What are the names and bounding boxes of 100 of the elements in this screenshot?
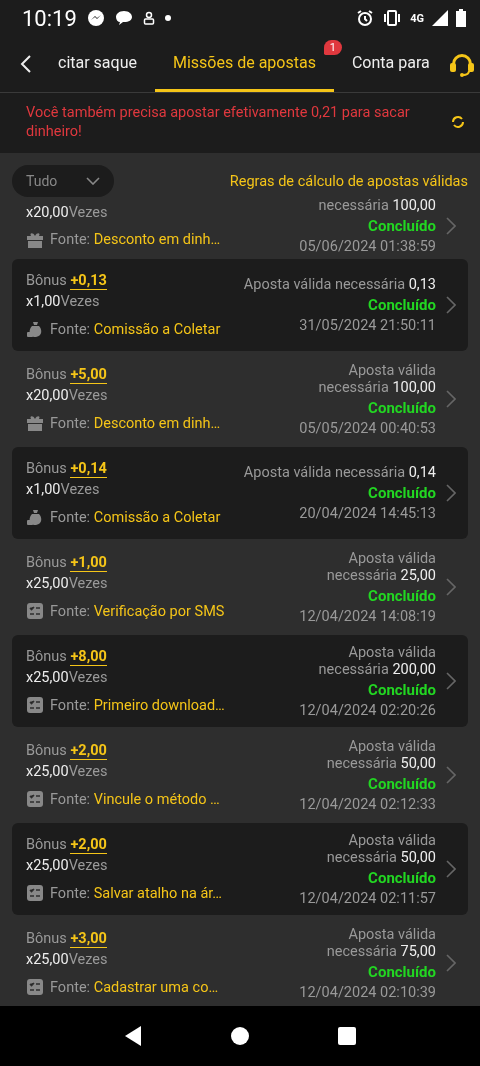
status-text: Concluído — [368, 586, 436, 605]
mission-item[interactable]: Bônus +2,00 x25,00Vezes Fonte: Vincule o método … Aposta válida necessária 50,00 Concluído 12/04/2024 02:12:33 — [12, 729, 468, 821]
filter-dropdown[interactable]: Tudo — [12, 165, 114, 197]
source-text: Fonte: Primeiro download… — [50, 696, 225, 714]
gift-icon — [26, 230, 44, 249]
mission-item[interactable]: Bônus +1,00 x25,00Vezes Fonte: Verificação por SMS Aposta válida necessária 25,00 Concluído 12/04/2024 14:08:19 — [12, 541, 468, 633]
checklist-icon — [26, 696, 44, 714]
bonus-text: Bônus +0,13 — [26, 272, 108, 289]
chevron-right-icon — [446, 390, 456, 408]
source-text: Fonte: Cadastrar uma co… — [50, 978, 219, 996]
multiplier-text: x1,00Vezes — [26, 293, 101, 310]
network-type: 4G — [410, 11, 424, 25]
checklist-icon — [26, 602, 44, 620]
checklist-icon — [26, 790, 44, 808]
required-bet-text: Aposta válida necessária 50,00 — [325, 737, 436, 772]
multiplier-text: x20,00Vezes — [26, 203, 109, 221]
status-text: Concluído — [368, 680, 436, 699]
source-text: Fonte: Vincule o método … — [50, 790, 220, 808]
required-bet-text: Aposta válida necessária 0,14 — [243, 464, 436, 481]
required-bet-text: Aposta válida necessária 200,00 — [317, 643, 436, 678]
chat-bubble-icon — [114, 10, 133, 26]
date-text: 12/04/2024 02:11:57 — [299, 889, 436, 907]
chevron-right-icon — [446, 954, 456, 972]
source-text: Fonte: Comissão a Coletar — [50, 508, 221, 526]
date-text: 12/04/2024 14:08:19 — [299, 607, 436, 625]
date-text: 12/04/2024 02:12:33 — [299, 795, 436, 813]
tab[interactable]: citar saque — [40, 36, 155, 92]
status-text: Concluído — [368, 484, 436, 502]
bonus-text: Bônus +1,00 — [26, 554, 108, 571]
source-text: Fonte: Desconto em dinh… — [50, 414, 221, 432]
bonus-text: Bônus +8,00 — [26, 648, 108, 665]
mission-item[interactable]: Bônus +3,00 x25,00Vezes Fonte: Cadastrar uma co… Aposta válida necessária 75,00 Concluído 12/04/2024 02:10:39 — [12, 917, 468, 1009]
required-bet-text: Aposta válida necessária 50,00 — [325, 831, 436, 866]
multiplier-text: x25,00Vezes — [26, 951, 109, 968]
recents-nav-icon[interactable] — [336, 1026, 357, 1046]
bonus-text: Bônus +5,00 — [26, 366, 108, 383]
status-text: Concluído — [368, 868, 436, 887]
status-time: 10:19 — [22, 5, 77, 31]
source-text: Fonte: Comissão a Coletar — [50, 320, 221, 338]
required-bet-text: necessária 100,00 — [318, 197, 436, 214]
multiplier-text: x25,00Vezes — [26, 763, 109, 780]
multiplier-text: x25,00Vezes — [26, 575, 109, 592]
bonus-text: Bônus +0,14 — [26, 460, 108, 477]
status-text: Concluído — [368, 398, 436, 417]
required-bet-text: Aposta válida necessária 0,13 — [243, 276, 436, 293]
multiplier-text: x25,00Vezes — [26, 857, 109, 874]
chevron-right-icon — [446, 766, 456, 784]
multiplier-text: x25,00Vezes — [26, 669, 109, 686]
mission-item[interactable]: Bônus +0,13 x1,00Vezes Fonte: Comissão a Coletar Aposta válida necessária 0,13 Concluído 31/05/2024 21:50:11 — [12, 259, 468, 351]
back-nav-icon[interactable] — [123, 1025, 144, 1047]
back-icon — [20, 54, 32, 74]
money-bag-icon — [26, 320, 44, 338]
multiplier-text: x20,00Vezes — [26, 387, 109, 404]
required-bet-text: Aposta válida necessária 100,00 — [317, 361, 436, 396]
date-text: 12/04/2024 02:10:39 — [299, 983, 436, 1001]
alarm-icon — [356, 9, 375, 27]
status-text: Concluído — [368, 774, 436, 793]
gift-icon — [26, 414, 44, 432]
checklist-icon — [26, 978, 44, 996]
source-text: Fonte: Desconto em dinh… — [50, 231, 221, 248]
dot-icon — [164, 15, 171, 21]
status-text: Concluído — [368, 217, 436, 235]
mission-item[interactable]: Bônus +8,00 x25,00Vezes Fonte: Primeiro download… Aposta válida necessária 200,00 Concluído 12/04/2024 02:20:26 — [12, 635, 468, 727]
app-notification-icon — [142, 11, 155, 25]
chevron-right-icon — [446, 296, 456, 314]
required-bet-text: Aposta válida necessária 25,00 — [325, 549, 436, 584]
chevron-right-icon — [446, 672, 456, 690]
chevron-right-icon — [446, 860, 456, 878]
vibrate-icon — [382, 10, 403, 26]
status-text: Concluído — [368, 296, 436, 314]
chevron-right-icon — [446, 578, 456, 596]
notification-badge: 1 — [323, 40, 342, 55]
chevron-right-icon — [446, 217, 456, 235]
source-text: Fonte: Verificação por SMS — [50, 602, 225, 620]
refresh-icon[interactable] — [450, 114, 466, 130]
date-text: 12/04/2024 02:20:26 — [299, 701, 436, 719]
messenger-icon — [86, 9, 105, 27]
money-bag-icon — [26, 508, 44, 526]
mission-item[interactable]: Bônus +5,00 x20,00Vezes Fonte: Desconto em dinh… Aposta válida necessária 100,00 Concluído 05/05/2024 00:40:53 — [12, 353, 468, 445]
rules-link[interactable]: Regras de cálculo de apostas válidas — [229, 172, 468, 190]
chevron-right-icon — [446, 484, 456, 502]
date-text: 20/04/2024 14:45:13 — [299, 505, 436, 522]
signal-icon — [432, 10, 448, 26]
source-text: Fonte: Salvar atalho na ár… — [50, 884, 223, 902]
bonus-text: Bônus +2,00 — [26, 836, 108, 853]
date-text: 05/06/2024 01:38:59 — [299, 238, 436, 255]
mission-item[interactable]: Bônus +0,14 x1,00Vezes Fonte: Comissão a Coletar Aposta válida necessária 0,14 Concluído 20/04/2024 14:45:13 — [12, 447, 468, 539]
status-text: Concluído — [368, 962, 436, 981]
home-nav-icon[interactable] — [230, 1026, 250, 1046]
mission-item[interactable]: Bônus +2,00 x25,00Vezes Fonte: Salvar atalho na ár… Aposta válida necessária 50,00 Concluído 12/04/2024 02:11:57 — [12, 823, 468, 915]
bonus-text: Bônus +2,00 — [26, 742, 108, 759]
battery-icon — [456, 9, 466, 27]
multiplier-text: x1,00Vezes — [26, 481, 101, 498]
date-text: 31/05/2024 21:50:11 — [299, 317, 436, 334]
required-bet-text: Aposta válida necessária 75,00 — [325, 925, 436, 960]
checklist-icon — [26, 884, 44, 902]
notice-text: Você também precisa apostar efetivamente 0,21 para sacar dinheiro! — [26, 103, 411, 141]
caret-icon — [86, 177, 100, 185]
bonus-text: Bônus +3,00 — [26, 930, 108, 947]
date-text: 05/05/2024 00:40:53 — [299, 419, 436, 437]
